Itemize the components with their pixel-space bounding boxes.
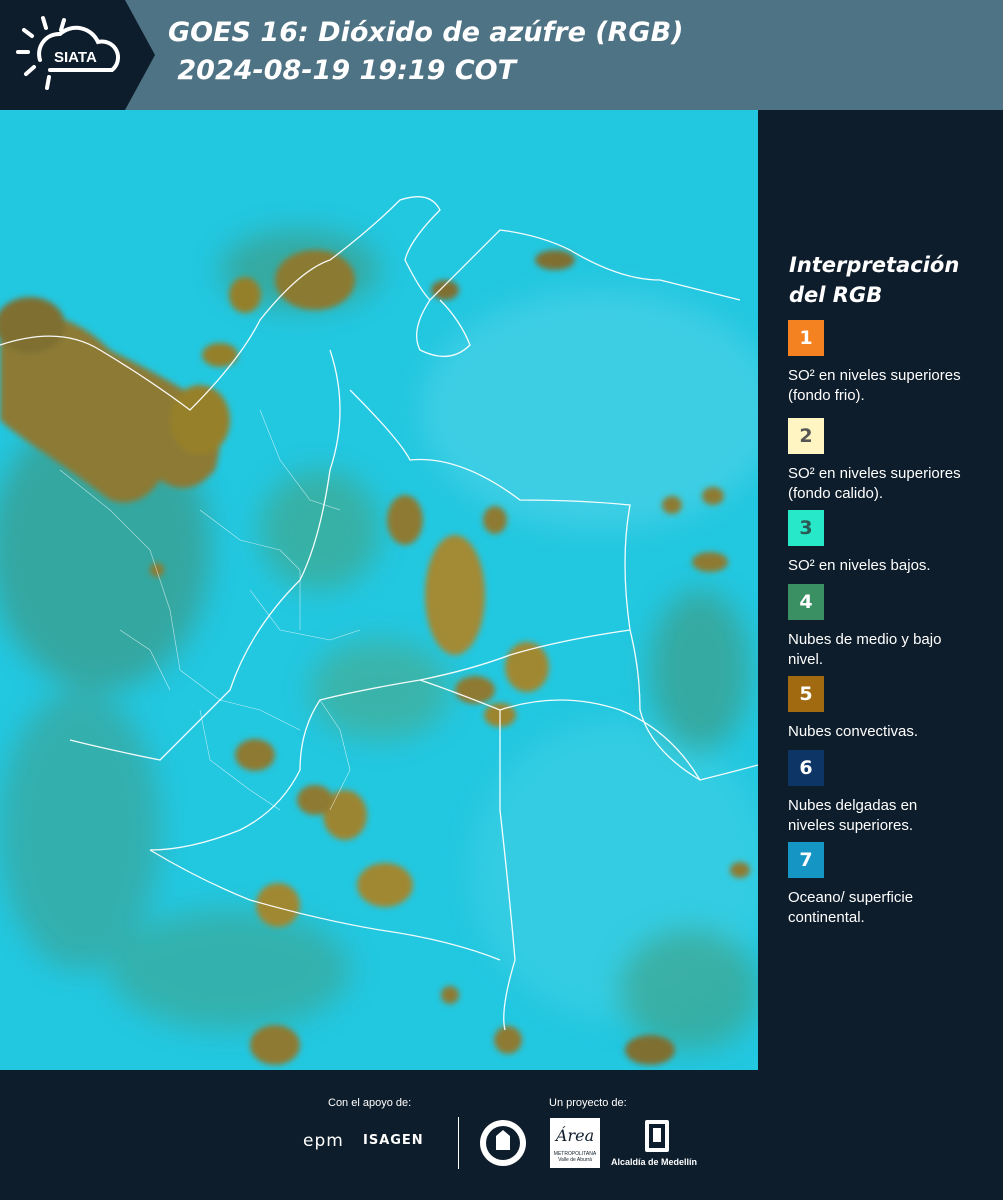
legend-item-4: 4 Nubes de medio y bajo nivel.: [788, 584, 988, 670]
legend-title-line-2: del RGB: [789, 283, 883, 307]
alcaldia-shield-icon: [645, 1120, 669, 1152]
legend-label-1: SO² en niveles superiores (fondo frio).: [788, 367, 961, 404]
legend-item-3: 3 SO² en niveles bajos.: [788, 510, 988, 576]
legend-title-line-1: Interpretación: [789, 253, 960, 277]
legend-swatch-3: 3: [788, 510, 824, 546]
legend-item-2: 2 SO² en niveles superiores (fondo calid…: [788, 418, 988, 504]
satellite-map-image: [0, 110, 758, 1070]
legend-swatch-2: 2: [788, 418, 824, 454]
legend-swatch-6: 6: [788, 750, 824, 786]
area-metropolitana-logo: Área METROPOLITANA Valle de Aburrá: [550, 1118, 600, 1168]
epm-logo: epm: [303, 1131, 344, 1151]
seal-icon: [480, 1120, 526, 1166]
header-bar: SIATA GOES 16: Dióxido de azúfre (RGB) 2…: [0, 0, 1003, 110]
legend-label-4: Nubes de medio y bajo nivel.: [788, 631, 942, 668]
page-title: GOES 16: Dióxido de azúfre (RGB) 2024-08…: [168, 14, 684, 90]
legend-item-6: 6 Nubes delgadas en niveles superiores.: [788, 750, 988, 836]
legend-swatch-7: 7: [788, 842, 824, 878]
legend-label-2: SO² en niveles superiores (fondo calido)…: [788, 465, 961, 502]
legend-label-5: Nubes convectivas.: [788, 723, 919, 740]
siata-logo-block: SIATA: [0, 0, 155, 110]
legend-panel: Interpretación del RGB 1 SO² en niveles …: [758, 110, 1003, 1070]
legend-item-1: 1 SO² en niveles superiores (fondo frio)…: [788, 320, 988, 406]
legend-label-6: Nubes delgadas en niveles superiores.: [788, 797, 918, 834]
legend-label-7: Oceano/ superficie continental.: [788, 889, 914, 926]
project-label: Un proyecto de:: [549, 1097, 627, 1109]
legend-label-3: SO² en niveles bajos.: [788, 557, 931, 574]
siata-logo-icon: SIATA: [0, 0, 155, 110]
legend-title: Interpretación del RGB: [789, 250, 989, 310]
legend-item-5: 5 Nubes convectivas.: [788, 676, 988, 742]
alcaldia-label: Alcaldía de Medellín: [611, 1157, 698, 1167]
legend-swatch-5: 5: [788, 676, 824, 712]
isagen-logo: ISAGEN: [363, 1133, 424, 1148]
title-line-1: GOES 16: Dióxido de azúfre (RGB): [168, 17, 684, 48]
legend-swatch-4: 4: [788, 584, 824, 620]
siata-logo-text: SIATA: [54, 49, 97, 66]
support-label: Con el apoyo de:: [328, 1097, 412, 1109]
legend-swatch-1: 1: [788, 320, 824, 356]
footer-divider: [458, 1117, 459, 1169]
area-logo-text: Área: [555, 1126, 595, 1145]
area-logo-sub2: Valle de Aburrá: [558, 1157, 592, 1163]
legend-item-7: 7 Oceano/ superficie continental.: [788, 842, 988, 928]
title-line-2: 2024-08-19 19:19 COT: [168, 55, 517, 86]
satellite-map[interactable]: [0, 110, 758, 1070]
